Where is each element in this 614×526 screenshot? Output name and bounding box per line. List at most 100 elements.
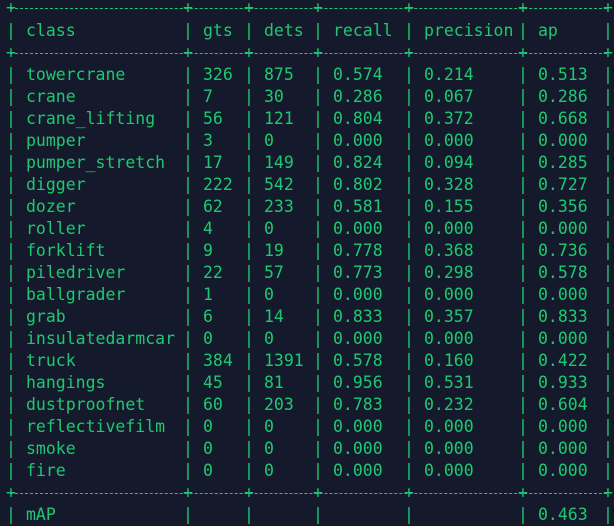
column-separator: | <box>404 307 414 326</box>
column-separator: | <box>183 351 193 370</box>
column-separator: | <box>404 263 414 282</box>
table-cell-precision: 0.000 <box>424 285 474 304</box>
table-cell-precision: 0.000 <box>424 131 474 150</box>
table-cell-class: mAP <box>26 505 56 524</box>
table-cell-gts: 62 <box>203 197 223 216</box>
table-row: | | | | | | | fire 0 0 0.000 0.000 0.000 <box>0 460 614 482</box>
table-cell-dets: 0 <box>264 219 274 238</box>
table-cell-class: roller <box>26 219 86 238</box>
table-cell-precision: 0.357 <box>424 307 474 326</box>
column-separator: | <box>183 417 193 436</box>
column-separator: | <box>6 285 16 304</box>
table-cell-dets: 0 <box>264 329 274 348</box>
column-separator: | <box>313 153 323 172</box>
column-separator: | <box>6 263 16 282</box>
column-separator: | <box>404 395 414 414</box>
column-separator: | <box>244 65 254 84</box>
border-corner: + <box>244 43 254 62</box>
column-separator: | <box>6 505 16 524</box>
border-corner: + <box>183 483 193 502</box>
table-cell-precision: 0.067 <box>424 87 474 106</box>
table-cell-ap: 0.668 <box>538 109 588 128</box>
table-cell-recall: 0.956 <box>333 373 383 392</box>
column-separator: | <box>404 65 414 84</box>
column-separator: | <box>313 351 323 370</box>
column-separator: | <box>6 373 16 392</box>
table-cell-dets: dets <box>264 21 304 40</box>
column-separator: | <box>603 285 613 304</box>
table-cell-ap: 0.578 <box>538 263 588 282</box>
table-cell-precision: 0.160 <box>424 351 474 370</box>
table-row: | | | | | | | smoke 0 0 0.000 0.000 0.000 <box>0 438 614 460</box>
column-separator: | <box>518 87 528 106</box>
table-cell-precision: 0.000 <box>424 329 474 348</box>
column-separator: | <box>603 175 613 194</box>
column-separator: | <box>404 329 414 348</box>
column-separator: | <box>603 109 613 128</box>
column-separator: | <box>244 461 254 480</box>
table-cell-class: fire <box>26 461 66 480</box>
border-corner: + <box>518 43 528 62</box>
border-corner: + <box>6 43 16 62</box>
table-cell-ap: 0.833 <box>538 307 588 326</box>
table-cell-recall: 0.000 <box>333 285 383 304</box>
column-separator: | <box>313 219 323 238</box>
table-row: | | | | | | | dozer 62 233 0.581 0.155 0.356 <box>0 196 614 218</box>
table-cell-ap: 0.000 <box>538 219 588 238</box>
table-row: | | | | | | | insulatedarmcar 0 0 0.000 0.000 0.000 <box>0 328 614 350</box>
table-row: | | | | | | | pumper_stretch 17 149 0.824 0.094 0.28… <box>0 152 614 174</box>
table-row: | | | | | | | towercrane 326 875 0.574 0.214 0.513 <box>0 64 614 86</box>
column-separator: | <box>404 197 414 216</box>
table-cell-gts: 1 <box>203 285 213 304</box>
table-cell-class: truck <box>26 351 76 370</box>
border-corner: + <box>603 0 613 17</box>
table-cell-precision: 0.094 <box>424 153 474 172</box>
table-cell-precision: 0.000 <box>424 219 474 238</box>
column-separator: | <box>603 65 613 84</box>
column-separator: | <box>603 395 613 414</box>
table-cell-dets: 0 <box>264 285 274 304</box>
table-cell-gts: 17 <box>203 153 223 172</box>
table-cell-dets: 1391 <box>264 351 304 370</box>
column-separator: | <box>518 241 528 260</box>
border-corner: + <box>6 0 16 17</box>
table-cell-gts: gts <box>203 21 233 40</box>
table-cell-recall: 0.000 <box>333 329 383 348</box>
table-cell-ap: 0.285 <box>538 153 588 172</box>
table-cell-class: pumper <box>26 131 86 150</box>
column-separator: | <box>6 109 16 128</box>
table-cell-recall: recall <box>333 21 393 40</box>
table-row: | | | | | | | forklift 9 19 0.778 0.368 0.736 <box>0 240 614 262</box>
table-cell-class: towercrane <box>26 65 126 84</box>
column-separator: | <box>183 65 193 84</box>
column-separator: | <box>518 329 528 348</box>
border-corner: + <box>518 483 528 502</box>
table-cell-precision: 0.000 <box>424 461 474 480</box>
border-corner: + <box>603 43 613 62</box>
column-separator: | <box>244 109 254 128</box>
column-separator: | <box>603 439 613 458</box>
column-separator: | <box>518 219 528 238</box>
table-cell-ap: 0.513 <box>538 65 588 84</box>
table-cell-gts: 6 <box>203 307 213 326</box>
table-cell-gts: 0 <box>203 417 213 436</box>
column-separator: | <box>183 21 193 40</box>
table-cell-ap: 0.727 <box>538 175 588 194</box>
column-separator: | <box>518 307 528 326</box>
column-separator: | <box>313 285 323 304</box>
column-separator: | <box>404 21 414 40</box>
border-corner: + <box>603 483 613 502</box>
column-separator: | <box>313 307 323 326</box>
table-cell-class: pumper_stretch <box>26 153 166 172</box>
table-row: | | | | | | | ballgrader 1 0 0.000 0.000 0.000 <box>0 284 614 306</box>
column-separator: | <box>603 351 613 370</box>
column-separator: | <box>404 373 414 392</box>
column-separator: | <box>518 109 528 128</box>
column-separator: | <box>313 87 323 106</box>
border-corner: + <box>183 0 193 17</box>
table-cell-gts: 384 <box>203 351 233 370</box>
table-cell-dets: 149 <box>264 153 294 172</box>
column-separator: | <box>244 175 254 194</box>
table-cell-dets: 0 <box>264 131 274 150</box>
column-separator: | <box>6 351 16 370</box>
